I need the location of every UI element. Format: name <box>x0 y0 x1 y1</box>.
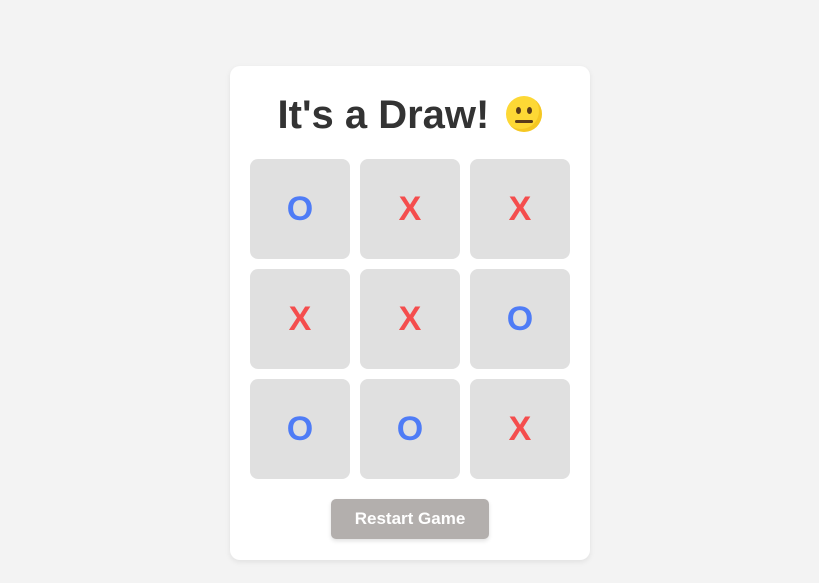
status-text: It's a Draw! <box>277 93 490 137</box>
board-cell-8[interactable]: O <box>360 379 460 479</box>
neutral-face-icon <box>506 96 543 132</box>
board-cell-2[interactable]: X <box>360 159 460 259</box>
board-cell-4[interactable]: X <box>250 269 350 369</box>
board-cell-3[interactable]: X <box>470 159 570 259</box>
status-heading: It's a Draw! <box>230 92 590 138</box>
game-card: It's a Draw! O X X X X O O O X Restart G… <box>230 66 590 560</box>
board-cell-5[interactable]: X <box>360 269 460 369</box>
board-cell-7[interactable]: O <box>250 379 350 479</box>
board-cell-6[interactable]: O <box>470 269 570 369</box>
board-cell-1[interactable]: O <box>250 159 350 259</box>
game-board: O X X X X O O O X <box>250 159 570 479</box>
board-cell-9[interactable]: X <box>470 379 570 479</box>
restart-game-button[interactable]: Restart Game <box>331 499 489 539</box>
